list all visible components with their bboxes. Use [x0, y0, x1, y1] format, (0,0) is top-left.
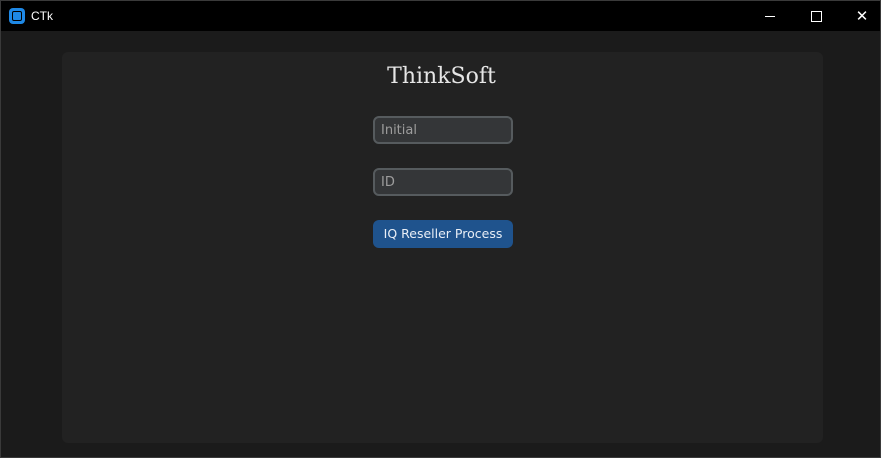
maximize-icon — [810, 10, 822, 22]
app-window: CTk ✕ ThinkSoft IQ Reseller Process — [0, 0, 881, 458]
ctk-app-icon — [9, 8, 25, 24]
close-button[interactable]: ✕ — [839, 1, 881, 31]
title-bar[interactable]: CTk ✕ — [1, 1, 880, 31]
brand-title: ThinkSoft — [387, 64, 496, 89]
close-icon: ✕ — [855, 7, 869, 25]
minimize-icon — [765, 15, 775, 17]
minimize-button[interactable] — [747, 1, 793, 31]
iq-reseller-process-button[interactable]: IQ Reseller Process — [373, 220, 513, 248]
initial-input[interactable] — [373, 116, 513, 144]
id-input[interactable] — [373, 168, 513, 196]
window-title: CTk — [31, 9, 53, 23]
maximize-button[interactable] — [793, 1, 839, 31]
